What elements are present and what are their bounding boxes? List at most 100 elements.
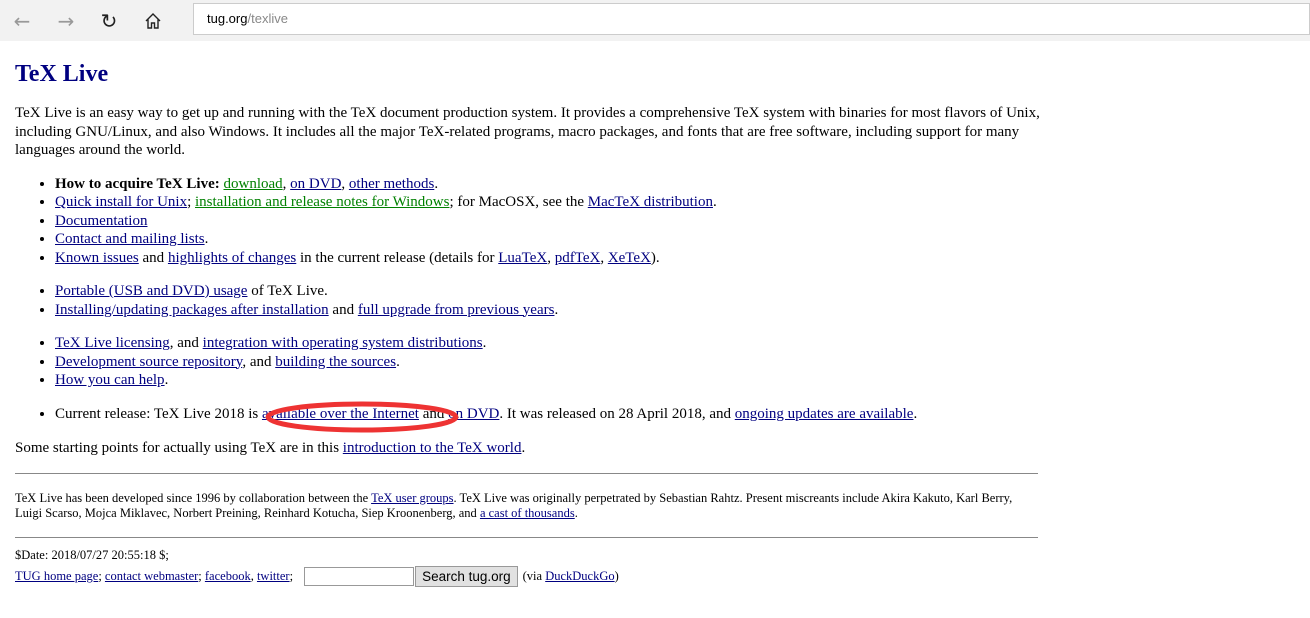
link-full-upgrade-from-previous-years[interactable]: full upgrade from previous years (358, 302, 555, 318)
link-duckduckgo[interactable]: DuckDuckGo (545, 569, 614, 583)
text: and (328, 301, 358, 318)
link-pdftex[interactable]: pdfTeX (555, 250, 601, 266)
link-introduction-to-the-tex-world[interactable]: introduction to the TeX world (343, 440, 522, 456)
link-tex-user-groups[interactable]: TeX user groups (371, 491, 453, 505)
link-available-over-the-internet[interactable]: available over the Internet (262, 406, 419, 422)
list-item: Quick install for Unix; installation and… (55, 193, 1040, 212)
link-installing-updating-packages-after-installation[interactable]: Installing/updating packages after insta… (55, 302, 329, 318)
link-mactex-distribution[interactable]: MacTeX distribution (588, 194, 713, 210)
link-xetex[interactable]: XeTeX (608, 250, 651, 266)
list-item: Documentation (55, 212, 1040, 231)
bullet-list: Portable (USB and DVD) usage of TeX Live… (15, 282, 1040, 319)
divider (15, 536, 1038, 538)
list-item: Development source repository, and build… (55, 353, 1040, 372)
text: in the current release (details for (296, 249, 499, 266)
search-input[interactable] (304, 567, 415, 586)
home-icon[interactable] (139, 7, 167, 35)
list-item: How to acquire TeX Live: download, on DV… (55, 175, 1040, 194)
bullet-list: Current release: TeX Live 2018 is availa… (15, 405, 1040, 424)
link-other-methods[interactable]: other methods (349, 176, 434, 192)
text: and (418, 405, 449, 422)
date-stamp: $Date: 2018/07/27 20:55:18 $; (15, 547, 169, 562)
link-integration-with-operating-system-distributions[interactable]: integration with operating system distri… (203, 335, 483, 351)
link-building-the-sources[interactable]: building the sources (275, 354, 396, 370)
link-a-cast-of-thousands[interactable]: a cast of thousands (480, 506, 575, 520)
arrow-right-icon[interactable]: → (52, 7, 80, 35)
page-content: TeX Live TeX Live is an easy way to get … (15, 41, 1040, 587)
starting-points-paragraph: Some starting points for actually using … (15, 439, 1040, 458)
link-contact-and-mailing-lists[interactable]: Contact and mailing lists (55, 231, 205, 247)
link-on-dvd[interactable]: on DVD (290, 176, 341, 192)
page-title: TeX Live (15, 61, 109, 87)
bullet-list: How to acquire TeX Live: download, on DV… (15, 175, 1040, 268)
link-on-dvd[interactable]: on DVD (448, 406, 499, 422)
link-twitter[interactable]: twitter (257, 569, 290, 583)
text: , (547, 249, 555, 266)
text: , (341, 175, 349, 192)
text: Current release: TeX Live 2018 is (55, 405, 262, 422)
label: How to acquire TeX Live: (55, 175, 220, 192)
refresh-icon[interactable]: ↻ (95, 7, 123, 35)
text: ; (187, 194, 195, 210)
list-item: Current release: TeX Live 2018 is availa… (55, 405, 1040, 424)
text: . It was released on 28 April 2018, and (499, 405, 735, 422)
bullet-list: TeX Live licensing, and integration with… (15, 334, 1040, 390)
link-tug-home-page[interactable]: TUG home page (15, 569, 98, 583)
link-how-you-can-help[interactable]: How you can help (55, 372, 165, 388)
search-button[interactable]: Search tug.org (415, 566, 518, 587)
text: . (204, 231, 209, 247)
text: . (554, 301, 559, 318)
text: ; (98, 568, 105, 583)
text: . (913, 405, 918, 422)
text: ; (289, 568, 294, 583)
text: ). (650, 249, 660, 266)
text: , (600, 249, 608, 266)
link-ongoing-updates-are-available[interactable]: ongoing updates are available (735, 406, 914, 422)
link-known-issues[interactable]: Known issues (55, 250, 139, 266)
link-portable-usb-and-dvd-usage[interactable]: Portable (USB and DVD) usage (55, 283, 247, 299)
list-item: TeX Live licensing, and integration with… (55, 334, 1040, 353)
text: TeX Live has been developed since 1996 b… (15, 490, 372, 505)
footer-row: TUG home page; contact webmaster; facebo… (15, 566, 1040, 587)
link-lists: How to acquire TeX Live: download, on DV… (15, 175, 1040, 424)
intro-paragraph: TeX Live is an easy way to get up and ru… (15, 105, 1040, 158)
text: . (396, 353, 400, 370)
text: ; for MacOSX, see the (449, 194, 588, 210)
credits-paragraph: TeX Live has been developed since 1996 b… (15, 491, 1040, 522)
list-item: Portable (USB and DVD) usage of TeX Live… (55, 282, 1040, 301)
url-host: tug.org (207, 11, 248, 26)
link-development-source-repository[interactable]: Development source repository (55, 354, 242, 370)
link-facebook[interactable]: facebook (205, 569, 251, 583)
divider (15, 472, 1038, 474)
link-download[interactable]: download (223, 176, 282, 192)
url-path: /texlive (247, 11, 288, 26)
text: ) (614, 568, 619, 583)
text: Some starting points for actually using … (15, 440, 343, 456)
link-highlights-of-changes[interactable]: highlights of changes (168, 250, 296, 266)
text: , and (242, 353, 276, 370)
text: (via (522, 568, 546, 583)
text: . (164, 372, 169, 388)
link-installation-and-release-notes-for-windows[interactable]: installation and release notes for Windo… (195, 194, 449, 210)
text: . (574, 506, 578, 520)
footer-links: TUG home page; contact webmaster; facebo… (15, 569, 293, 585)
text: ; (198, 568, 205, 583)
search-via: (via DuckDuckGo) (523, 569, 619, 585)
address-bar[interactable]: tug.org/texlive (193, 3, 1310, 35)
text: and (138, 249, 168, 266)
arrow-left-icon[interactable]: ← (8, 7, 36, 35)
text: , and (169, 335, 203, 351)
link-quick-install-for-unix[interactable]: Quick install for Unix (55, 194, 187, 210)
browser-toolbar: ← → ↻ tug.org/texlive (0, 0, 1310, 41)
list-item: Contact and mailing lists. (55, 230, 1040, 249)
list-item: Installing/updating packages after insta… (55, 301, 1040, 320)
list-item: Known issues and highlights of changes i… (55, 249, 1040, 268)
link-contact-webmaster[interactable]: contact webmaster (105, 569, 198, 583)
text: . (712, 194, 717, 210)
link-tex-live-licensing[interactable]: TeX Live licensing (55, 335, 170, 351)
link-documentation[interactable]: Documentation (55, 213, 147, 229)
text: . (482, 335, 487, 351)
link-luatex[interactable]: LuaTeX (498, 250, 547, 266)
list-item: How you can help. (55, 371, 1040, 390)
text: . (434, 175, 439, 192)
